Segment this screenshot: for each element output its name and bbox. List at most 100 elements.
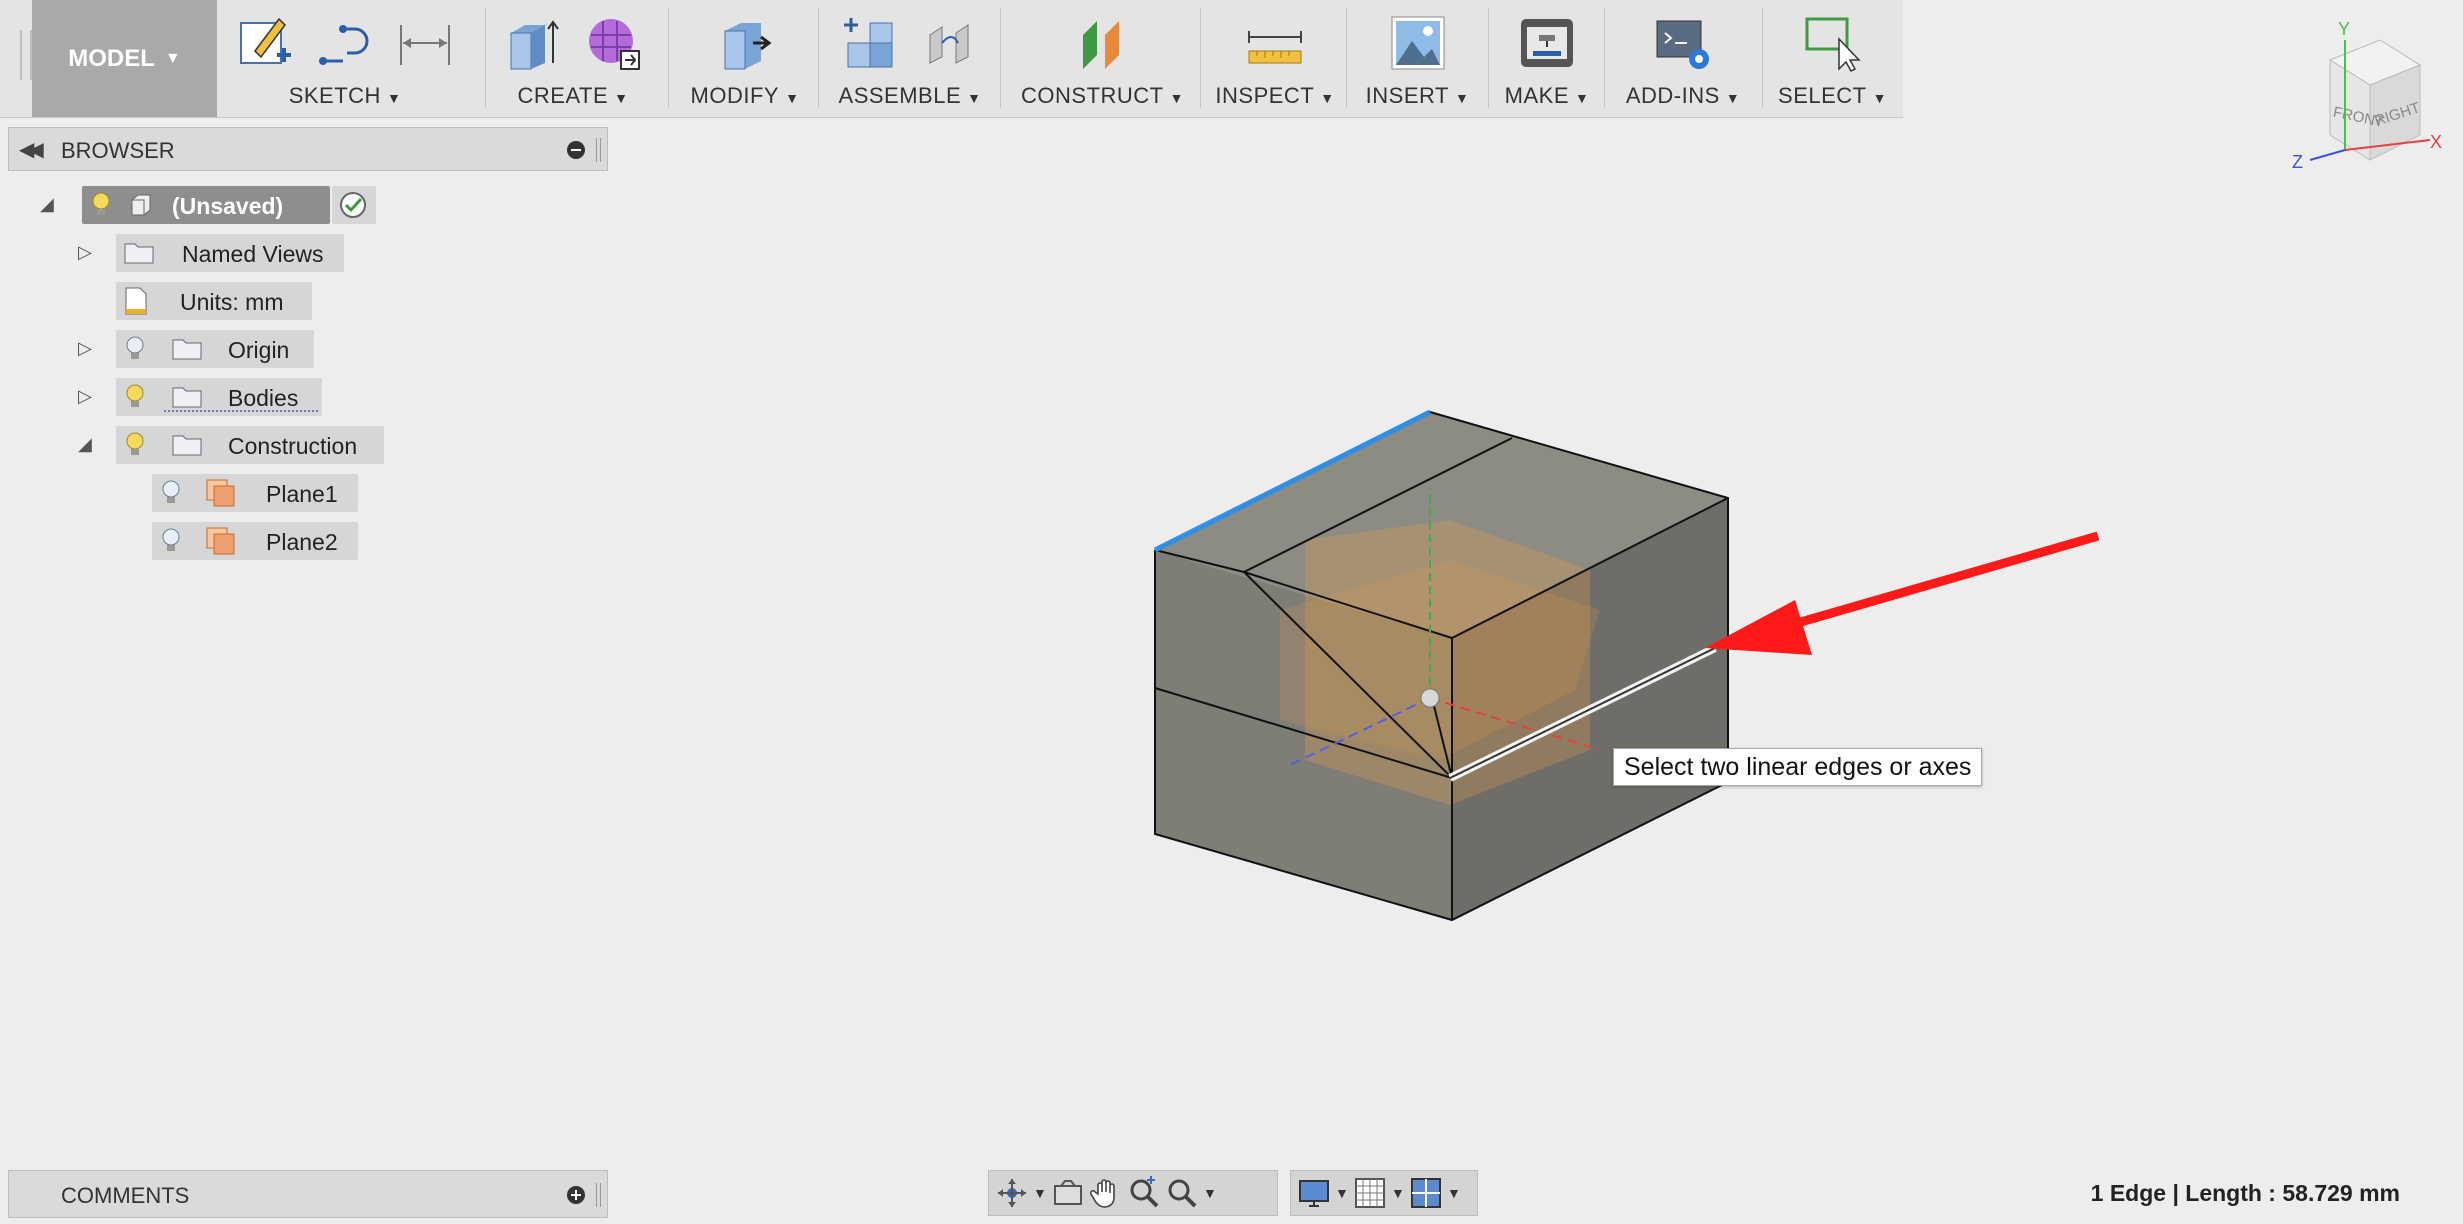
pan-hand-icon[interactable] <box>1089 1176 1123 1210</box>
caret-down-icon[interactable]: ▼ <box>1391 1185 1405 1201</box>
caret-down-icon: ▼ <box>164 49 181 67</box>
press-pull-icon[interactable] <box>715 12 775 74</box>
form-icon[interactable] <box>583 12 643 74</box>
model-canvas[interactable] <box>1100 380 2200 940</box>
named-views-chip[interactable]: Named Views <box>116 234 344 272</box>
make-menu[interactable]: MAKE ▼ <box>1492 83 1602 109</box>
extrude-icon[interactable] <box>503 12 563 74</box>
measure-icon[interactable] <box>1245 12 1305 74</box>
sketch-menu[interactable]: SKETCH ▼ <box>225 83 465 109</box>
assemble-menu[interactable]: ASSEMBLE ▼ <box>825 83 995 109</box>
visibility-bulb-icon[interactable] <box>126 336 144 362</box>
3d-print-icon[interactable] <box>1517 12 1577 74</box>
plane2-chip[interactable]: Plane2 <box>152 522 358 560</box>
toolbar-divider <box>1488 8 1489 108</box>
toolbar-divider <box>1346 8 1347 108</box>
toolbar-divider <box>1200 8 1201 108</box>
check-circle-icon <box>340 192 366 218</box>
visibility-bulb-icon[interactable] <box>126 432 144 458</box>
add-comment-icon[interactable] <box>567 1186 585 1204</box>
create-sketch-icon[interactable] <box>235 12 295 74</box>
plane1-label: Plane1 <box>266 481 338 507</box>
panel-resize-handle[interactable] <box>596 138 601 162</box>
line-tool-icon[interactable] <box>315 12 375 74</box>
toolbar-grip[interactable] <box>20 30 32 80</box>
inspect-menu[interactable]: INSPECT ▼ <box>1205 83 1345 109</box>
axis-z-label: Z <box>2292 152 2303 172</box>
bodies-underline <box>164 410 318 412</box>
expanded-triangle-icon[interactable]: ◢ <box>40 194 60 215</box>
modify-menu[interactable]: MODIFY ▼ <box>675 83 815 109</box>
toolbar-divider <box>1604 8 1605 108</box>
document-settings-icon <box>125 287 147 315</box>
bodies-chip[interactable]: Bodies <box>116 378 322 416</box>
select-menu[interactable]: SELECT ▼ <box>1765 83 1900 109</box>
offset-plane-icon[interactable] <box>1073 12 1133 74</box>
comments-title: COMMENTS <box>61 1183 190 1208</box>
insert-image-icon[interactable] <box>1388 12 1448 74</box>
comments-panel-header: COMMENTS <box>8 1170 608 1218</box>
make-group: MAKE ▼ <box>1492 0 1602 117</box>
origin-chip[interactable]: Origin <box>116 330 314 368</box>
component-icon <box>131 194 151 216</box>
orbit-icon[interactable] <box>995 1176 1029 1210</box>
axis-y-label: Y <box>2338 19 2350 39</box>
visibility-bulb-icon[interactable] <box>162 480 180 506</box>
toolbar-divider <box>1762 8 1763 108</box>
root-component-chip[interactable]: (Unsaved) <box>82 186 330 224</box>
navigation-bar: ▼ ▼ <box>988 1170 1278 1216</box>
visibility-bulb-icon[interactable] <box>92 192 110 218</box>
bodies-label: Bodies <box>228 385 299 411</box>
units-chip[interactable]: Units: mm <box>116 282 312 320</box>
visibility-bulb-icon[interactable] <box>126 384 144 410</box>
workspace-switcher-button[interactable]: MODEL ▼ <box>32 0 217 117</box>
collapsed-triangle-icon[interactable]: ▷ <box>78 338 98 359</box>
display-settings-bar: ▼ ▼ ▼ <box>1290 1170 1478 1216</box>
collapse-browser-icon[interactable] <box>567 141 585 159</box>
look-at-icon[interactable] <box>1051 1176 1085 1210</box>
zoom-icon[interactable] <box>1127 1176 1161 1210</box>
window-select-icon[interactable] <box>1803 12 1863 74</box>
grid-settings-icon[interactable] <box>1353 1176 1387 1210</box>
selection-status: 1 Edge | Length : 58.729 mm <box>2090 1180 2400 1206</box>
zoom-window-icon[interactable] <box>1165 1176 1199 1210</box>
folder-icon <box>172 339 202 360</box>
collapsed-triangle-icon[interactable]: ▷ <box>78 386 98 407</box>
caret-down-icon[interactable]: ▼ <box>1447 1185 1461 1201</box>
toolbar-divider <box>485 8 486 108</box>
toolbar: MODEL ▼ SKETCH ▼ CREATE ▼ MODIFY ▼ ASSEM… <box>0 0 1903 118</box>
collapsed-triangle-icon[interactable]: ▷ <box>78 242 98 263</box>
panel-resize-handle[interactable] <box>596 1183 601 1207</box>
activate-component-button[interactable] <box>332 186 376 224</box>
view-cube[interactable]: FRONT RIGHT Y X Z <box>2270 10 2450 180</box>
folder-icon <box>172 387 202 408</box>
construct-menu[interactable]: CONSTRUCT ▼ <box>1005 83 1200 109</box>
create-menu[interactable]: CREATE ▼ <box>493 83 653 109</box>
addins-menu[interactable]: ADD-INS ▼ <box>1608 83 1758 109</box>
dimension-tool-icon[interactable] <box>395 12 455 74</box>
caret-down-icon[interactable]: ▼ <box>1335 1185 1349 1201</box>
addins-group: ADD-INS ▼ <box>1608 0 1758 117</box>
display-settings-icon[interactable] <box>1297 1176 1331 1210</box>
insert-menu[interactable]: INSERT ▼ <box>1350 83 1485 109</box>
root-label: (Unsaved) <box>172 193 284 219</box>
visibility-bulb-icon[interactable] <box>162 528 180 554</box>
origin-point[interactable] <box>1420 688 1440 708</box>
construction-chip[interactable]: Construction <box>116 426 384 464</box>
plane1-chip[interactable]: Plane1 <box>152 474 358 512</box>
caret-down-icon[interactable]: ▼ <box>1203 1185 1217 1201</box>
caret-down-icon: ▼ <box>785 90 800 106</box>
collapse-panel-icon[interactable]: ◀◀ <box>19 137 44 162</box>
caret-down-icon[interactable]: ▼ <box>1033 1185 1047 1201</box>
expanded-triangle-icon[interactable]: ◢ <box>78 434 98 455</box>
joint-icon[interactable] <box>920 12 980 74</box>
selection-tooltip: Select two linear edges or axes <box>1613 748 1983 786</box>
scripts-addins-icon[interactable] <box>1653 12 1713 74</box>
workspace-label: MODEL <box>68 44 155 72</box>
sketch-group: SKETCH ▼ <box>225 0 465 117</box>
annotation-arrow-shaft <box>1778 531 2100 633</box>
viewports-icon[interactable] <box>1409 1176 1443 1210</box>
new-component-icon[interactable] <box>840 12 900 74</box>
toolbar-divider <box>668 8 669 108</box>
construction-label: Construction <box>228 433 358 459</box>
